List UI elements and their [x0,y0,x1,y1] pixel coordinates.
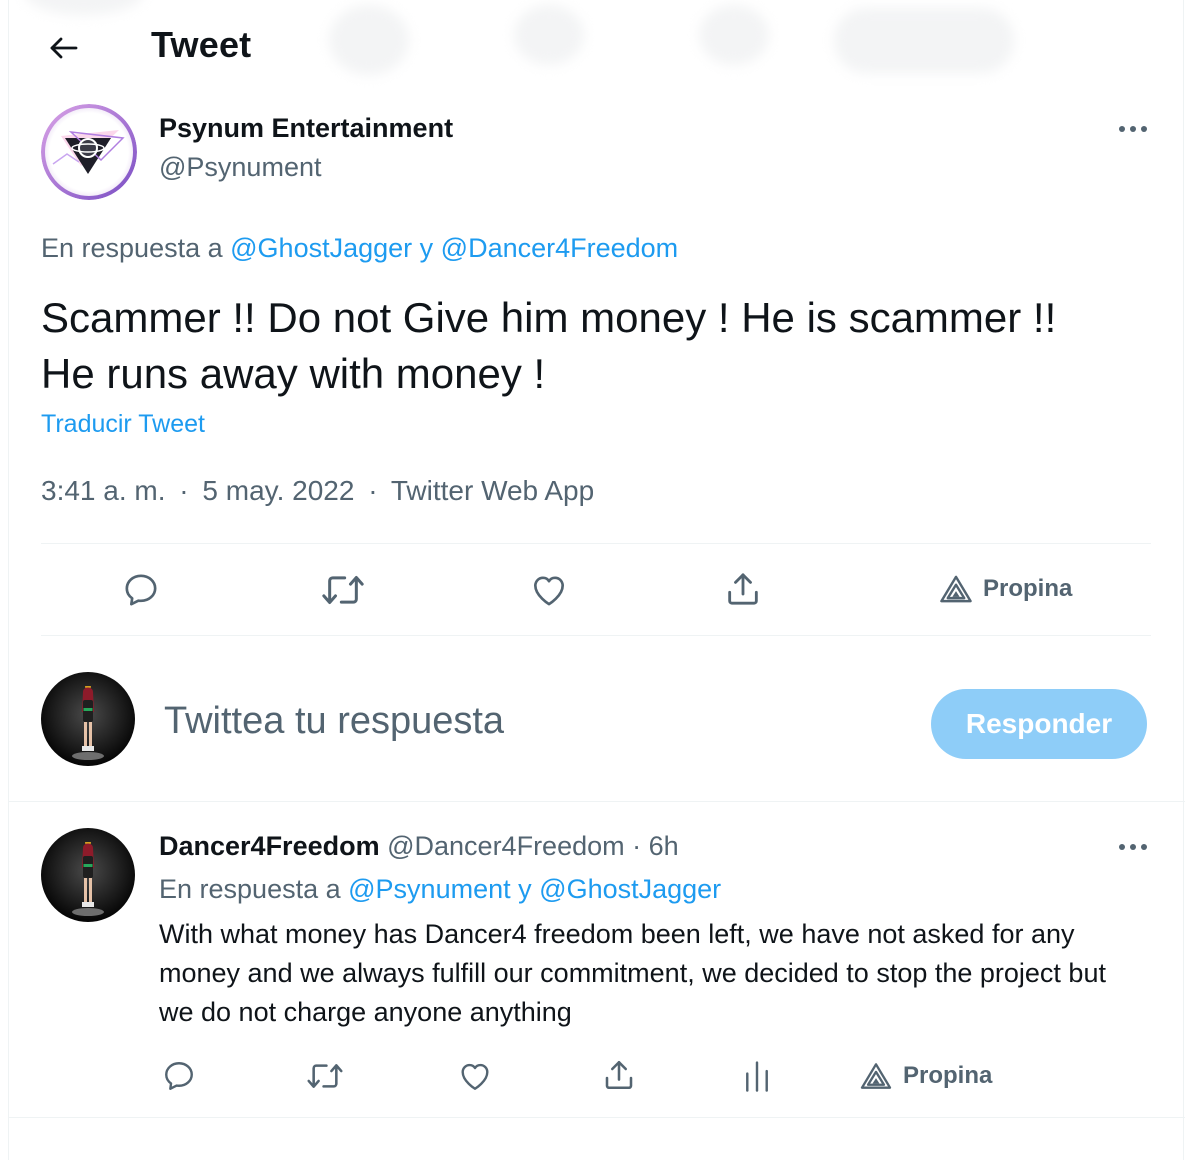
reply-joiner: y [419,233,434,263]
reply-tip-button[interactable]: Propina [859,1062,992,1090]
reply-to-prefix: En respuesta a [41,233,223,263]
reply-reply-to-line: En respuesta a @Psynument y @GhostJagger [159,874,721,905]
tweet-time[interactable]: 3:41 a. m. [41,475,166,506]
reply-author-handle[interactable]: @Dancer4Freedom [387,831,625,861]
author-handle[interactable]: @Psynument [159,152,321,183]
like-button[interactable] [525,568,573,612]
author-avatar[interactable] [41,104,137,200]
reply-to-prefix: En respuesta a [159,874,341,904]
reply-icon [125,574,157,606]
mention-dancer4freedom[interactable]: @Dancer4Freedom [441,233,679,263]
tweet-page: Tweet Psynum Entertainment @Psynument En… [8,0,1185,1160]
author-name[interactable]: Psynum Entertainment [159,113,453,144]
mention-ghostjagger[interactable]: @GhostJagger [539,874,721,904]
reply-header: Dancer4Freedom @Dancer4Freedom · 6h [159,831,679,862]
reply-like-button[interactable] [455,1058,495,1094]
reply-retweet-button[interactable] [301,1058,349,1094]
reply-reply-button[interactable] [159,1058,199,1094]
back-arrow-icon [50,37,78,59]
respond-button[interactable]: Responder [931,689,1147,759]
blurred-background [834,8,1014,73]
tweet-date[interactable]: 5 may. 2022 [202,475,354,506]
reply-icon [165,1062,193,1090]
more-options-button[interactable] [1115,117,1151,141]
meta-separator: · [368,475,378,506]
blurred-background [699,5,769,65]
page-title: Tweet [151,24,252,65]
retweet-icon [307,1064,343,1088]
tip-icon [940,575,972,603]
reply-joiner: y [518,874,532,904]
more-icon [1119,126,1147,132]
translate-tweet-link[interactable]: Traducir Tweet [41,410,205,439]
mention-psynument[interactable]: @Psynument [348,874,510,904]
tip-icon [860,1063,892,1089]
retweet-icon [322,576,364,604]
page-header: Tweet [9,0,1185,96]
reply-separator: · [632,831,642,861]
reply-share-button[interactable] [599,1056,639,1094]
mention-ghostjagger[interactable]: @GhostJagger [230,233,412,263]
tip-button[interactable]: Propina [939,574,1072,604]
reply-more-options-button[interactable] [1115,835,1151,859]
meta-separator: · [179,475,189,506]
reply-age[interactable]: 6h [649,831,679,861]
dancer-avatar-image [41,672,135,766]
reply-author-name[interactable]: Dancer4Freedom [159,831,380,861]
tweet-text-line: Scammer !! Do not Give him money ! He is… [41,294,1057,341]
tweet-metadata: 3:41 a. m. · 5 may. 2022 · Twitter Web A… [41,475,594,507]
share-icon [728,573,758,605]
blurred-background [329,5,409,75]
share-button[interactable] [719,566,767,612]
tweet-text: Scammer !! Do not Give him money ! He is… [41,290,1161,402]
analytics-icon [746,1061,768,1092]
reply-composer-input[interactable]: Twittea tu respuesta [164,700,504,743]
analytics-button[interactable] [739,1058,775,1094]
divider [9,801,1185,802]
reply-button[interactable] [117,568,165,612]
divider [41,635,1151,636]
tweet-text-line: He runs away with money ! [41,350,546,397]
divider [41,543,1151,544]
current-user-avatar[interactable] [41,672,135,766]
dancer-avatar-image [41,828,135,922]
tip-label: Propina [903,1062,993,1089]
psynum-logo [41,104,137,200]
like-icon [534,576,564,606]
reply-author-avatar[interactable] [41,828,135,922]
blurred-background [514,5,584,65]
share-icon [605,1060,633,1090]
tip-label: Propina [983,575,1073,602]
reply-to-line: En respuesta a @GhostJagger y @Dancer4Fr… [41,233,678,264]
reply-text: With what money has Dancer4 freedom been… [159,919,1106,1027]
tweet-source[interactable]: Twitter Web App [391,475,594,506]
divider [9,1117,1185,1118]
back-button[interactable] [41,26,85,70]
like-icon [461,1063,489,1090]
retweet-button[interactable] [315,568,371,612]
more-icon [1119,844,1147,850]
blurred-background [24,0,144,15]
